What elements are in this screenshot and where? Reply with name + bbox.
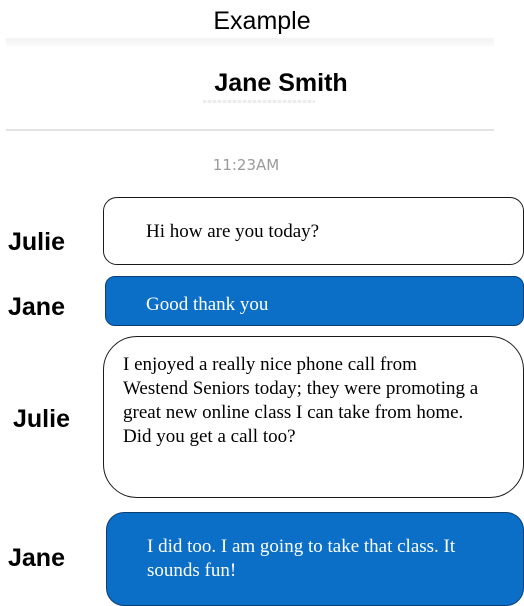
page-title: Example [213, 7, 311, 35]
message-bubble-incoming[interactable]: Hi how are you today? [103, 197, 524, 265]
message-bubble-outgoing[interactable]: Good thank you [105, 276, 524, 326]
title-divider [6, 38, 494, 46]
contact-subtitle-placeholder [203, 100, 315, 103]
message-timestamp: 11:23AM [212, 156, 280, 174]
message-bubble-incoming[interactable]: I enjoyed a really nice phone call from … [103, 336, 524, 498]
sender-label: Jane [8, 293, 65, 321]
contact-name: Jane Smith [214, 69, 348, 97]
header-divider [6, 129, 494, 131]
sender-label: Jane [8, 544, 65, 572]
message-text: I did too. I am going to take that class… [147, 536, 456, 581]
message-text: Hi how are you today? [146, 221, 320, 242]
sender-label: Julie [13, 405, 70, 433]
sender-label: Julie [8, 228, 65, 256]
message-bubble-outgoing[interactable]: I did too. I am going to take that class… [106, 512, 524, 606]
message-text: I enjoyed a really nice phone call from … [123, 354, 479, 447]
message-text: Good thank you [146, 294, 269, 315]
